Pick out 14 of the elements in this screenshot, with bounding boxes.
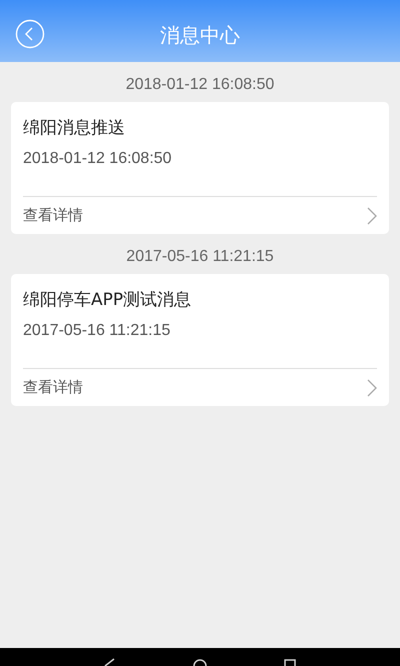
chevron-right-icon xyxy=(367,378,377,396)
page-title: 消息中心 xyxy=(160,22,240,48)
message-date: 2018-01-12 16:08:50 xyxy=(23,150,173,169)
back-icon[interactable] xyxy=(15,19,45,49)
message-timestamp: 2018-01-12 16:08:50 xyxy=(124,76,276,94)
message-card[interactable]: 绵阳消息推送 2018-01-12 16:08:50 查看详情 xyxy=(11,102,389,234)
message-title: 绵阳消息推送 xyxy=(23,117,126,139)
message-date: 2017-05-16 11:21:15 xyxy=(23,322,172,341)
message-card[interactable]: 绵阳停车APP测试消息 2017-05-16 11:21:15 查看详情 xyxy=(11,274,389,406)
view-details-link[interactable]: 查看详情 xyxy=(23,378,83,397)
chevron-right-icon xyxy=(367,206,377,224)
view-details-link[interactable]: 查看详情 xyxy=(23,206,83,225)
message-timestamp: 2017-05-16 11:21:15 xyxy=(125,248,275,266)
message-title: 绵阳停车APP测试消息 xyxy=(23,289,192,311)
